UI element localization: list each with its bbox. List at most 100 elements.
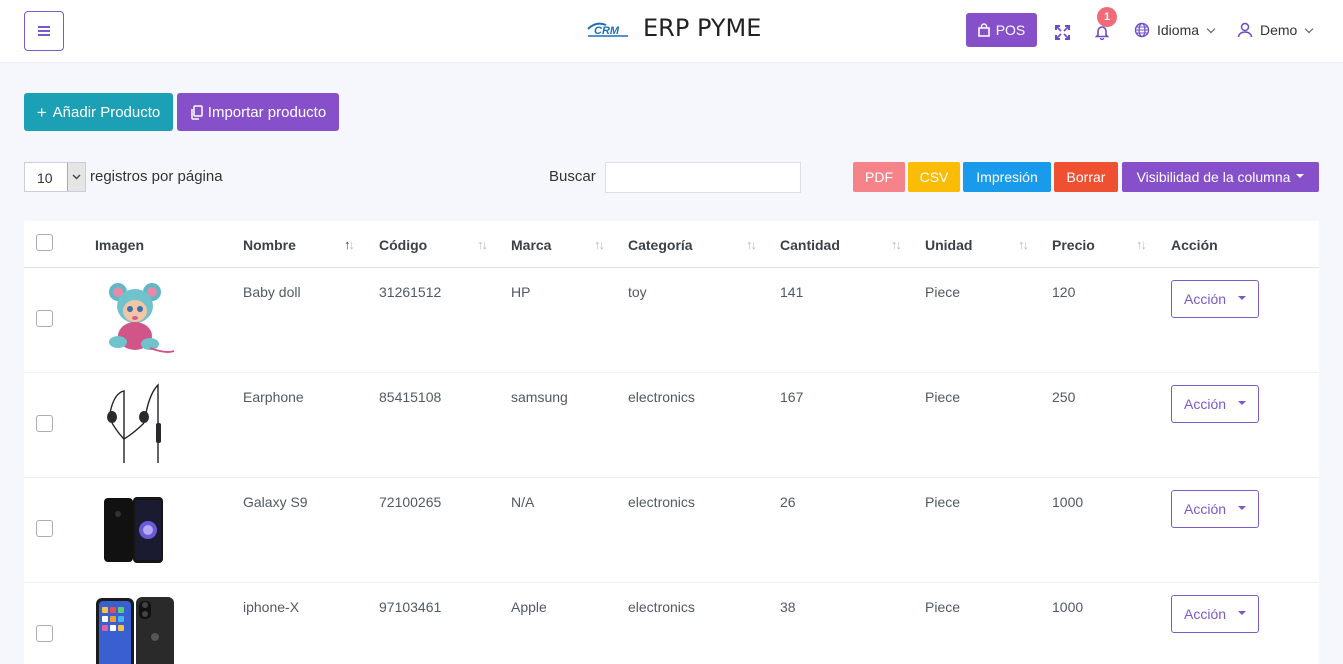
action-label: Acción xyxy=(1184,606,1227,622)
search-input[interactable] xyxy=(605,162,801,193)
sort-icon[interactable]: ↑↓ xyxy=(594,237,605,252)
pos-label: POS xyxy=(995,22,1026,38)
caret-down-icon xyxy=(1238,506,1247,510)
user-icon xyxy=(1237,22,1253,38)
action-label: Acción xyxy=(1184,291,1227,307)
caret-down-icon xyxy=(1238,296,1247,300)
import-product-button[interactable]: Importar producto xyxy=(177,93,339,131)
cell-cantidad: 141 xyxy=(780,284,804,300)
cell-precio: 120 xyxy=(1052,284,1076,300)
iphone-x-image xyxy=(96,597,174,664)
cell-cantidad: 167 xyxy=(780,389,804,405)
language-dropdown[interactable]: Idioma xyxy=(1134,22,1216,38)
table-row: Earphone 85415108 samsung electronics 16… xyxy=(24,373,1319,478)
cell-codigo: 97103461 xyxy=(379,599,442,615)
cell-marca: Apple xyxy=(511,599,547,615)
sort-icon[interactable]: ↑↓ xyxy=(1018,237,1029,252)
csv-export-button[interactable]: CSV xyxy=(908,162,960,192)
cell-categoria: electronics xyxy=(628,494,695,510)
cell-unidad: Piece xyxy=(925,494,961,510)
cell-categoria: electronics xyxy=(628,599,695,615)
pdf-export-button[interactable]: PDF xyxy=(853,162,905,192)
column-header-marca[interactable]: Marca xyxy=(511,237,551,253)
column-header-codigo[interactable]: Código xyxy=(379,237,427,253)
sort-icon[interactable]: ↑↓ xyxy=(1136,237,1147,252)
hamburger-icon xyxy=(38,26,50,36)
brand-logo-text: CRM xyxy=(594,25,620,37)
select-all-checkbox[interactable] xyxy=(36,234,53,251)
baby-doll-image xyxy=(109,283,175,353)
row-checkbox[interactable] xyxy=(36,415,53,432)
caret-down-icon xyxy=(1238,401,1247,405)
column-header-precio[interactable]: Precio xyxy=(1052,237,1095,253)
cell-nombre: iphone-X xyxy=(243,599,300,615)
sort-icon[interactable]: ↑↓ xyxy=(746,237,757,252)
cell-nombre: Earphone xyxy=(243,389,304,405)
row-checkbox[interactable] xyxy=(36,520,53,537)
cell-codigo: 85415108 xyxy=(379,389,442,405)
cell-precio: 1000 xyxy=(1052,494,1084,510)
column-header-imagen: Imagen xyxy=(95,237,145,253)
add-product-label: Añadir Producto xyxy=(52,103,161,121)
cell-codigo: 72100265 xyxy=(379,494,442,510)
column-visibility-button[interactable]: Visibilidad de la columna xyxy=(1122,162,1319,192)
add-product-button[interactable]: + Añadir Producto xyxy=(24,93,173,131)
delete-label: Borrar xyxy=(1066,169,1106,185)
user-label: Demo xyxy=(1260,22,1298,38)
cell-categoria: toy xyxy=(628,284,647,300)
print-label: Impresión xyxy=(976,169,1038,185)
table-row: iphone-X 97103461 Apple electronics 38 P… xyxy=(24,583,1319,664)
shopping-bag-icon xyxy=(977,23,990,37)
products-table: Imagen Nombre ↑↓ Código ↑↓ Marca ↑↓ Cate… xyxy=(24,221,1319,664)
brand-logo: CRM xyxy=(587,22,628,37)
app-title: ERP PYME xyxy=(643,14,762,42)
fullscreen-icon xyxy=(1054,24,1070,40)
notification-count-badge: 1 xyxy=(1097,7,1117,27)
chevron-down-icon xyxy=(1206,24,1216,33)
caret-down-icon xyxy=(1238,611,1247,615)
pdf-label: PDF xyxy=(865,169,893,185)
column-visibility-label: Visibilidad de la columna xyxy=(1136,169,1291,185)
pos-button[interactable]: POS xyxy=(966,13,1037,47)
row-action-button[interactable]: Acción xyxy=(1171,595,1259,633)
table-row: Baby doll 31261512 HP toy 141 Piece 120 … xyxy=(24,268,1319,373)
cell-unidad: Piece xyxy=(925,389,961,405)
cell-nombre: Baby doll xyxy=(243,284,301,300)
page-size-select[interactable]: 10 xyxy=(24,162,86,192)
select-arrow xyxy=(67,163,85,191)
action-label: Acción xyxy=(1184,501,1227,517)
row-checkbox[interactable] xyxy=(36,310,53,327)
user-dropdown[interactable]: Demo xyxy=(1237,22,1314,38)
delete-button[interactable]: Borrar xyxy=(1054,162,1118,192)
row-action-button[interactable]: Acción xyxy=(1171,385,1259,423)
cell-precio: 250 xyxy=(1052,389,1076,405)
column-header-categoria[interactable]: Categoría xyxy=(628,237,693,253)
cell-categoria: electronics xyxy=(628,389,695,405)
column-header-nombre[interactable]: Nombre xyxy=(243,237,296,253)
cell-unidad: Piece xyxy=(925,599,961,615)
column-header-accion: Acción xyxy=(1171,237,1218,253)
row-checkbox[interactable] xyxy=(36,625,53,642)
row-action-button[interactable]: Acción xyxy=(1171,280,1259,318)
hamburger-menu-button[interactable] xyxy=(24,11,64,51)
galaxy-s9-image xyxy=(104,497,163,563)
cell-unidad: Piece xyxy=(925,284,961,300)
print-button[interactable]: Impresión xyxy=(963,162,1051,192)
import-product-label: Importar producto xyxy=(207,103,327,121)
column-header-unidad[interactable]: Unidad xyxy=(925,237,972,253)
cell-cantidad: 26 xyxy=(780,494,796,510)
cell-marca: HP xyxy=(511,284,531,300)
top-navbar: CRM ERP PYME POS 1 Idioma Demo xyxy=(0,0,1343,63)
column-header-cantidad[interactable]: Cantidad xyxy=(780,237,840,253)
cell-cantidad: 38 xyxy=(780,599,796,615)
cell-precio: 1000 xyxy=(1052,599,1084,615)
search-label: Buscar xyxy=(549,168,596,185)
cell-nombre: Galaxy S9 xyxy=(243,494,308,510)
row-action-button[interactable]: Acción xyxy=(1171,490,1259,528)
sort-icon[interactable]: ↑↓ xyxy=(477,237,488,252)
fullscreen-button[interactable] xyxy=(1053,23,1071,41)
brand[interactable]: CRM ERP PYME xyxy=(586,14,761,42)
page-size-value: 10 xyxy=(37,170,53,186)
sort-icon[interactable]: ↑↓ xyxy=(891,237,902,252)
sort-icon[interactable]: ↑↓ xyxy=(344,237,355,252)
